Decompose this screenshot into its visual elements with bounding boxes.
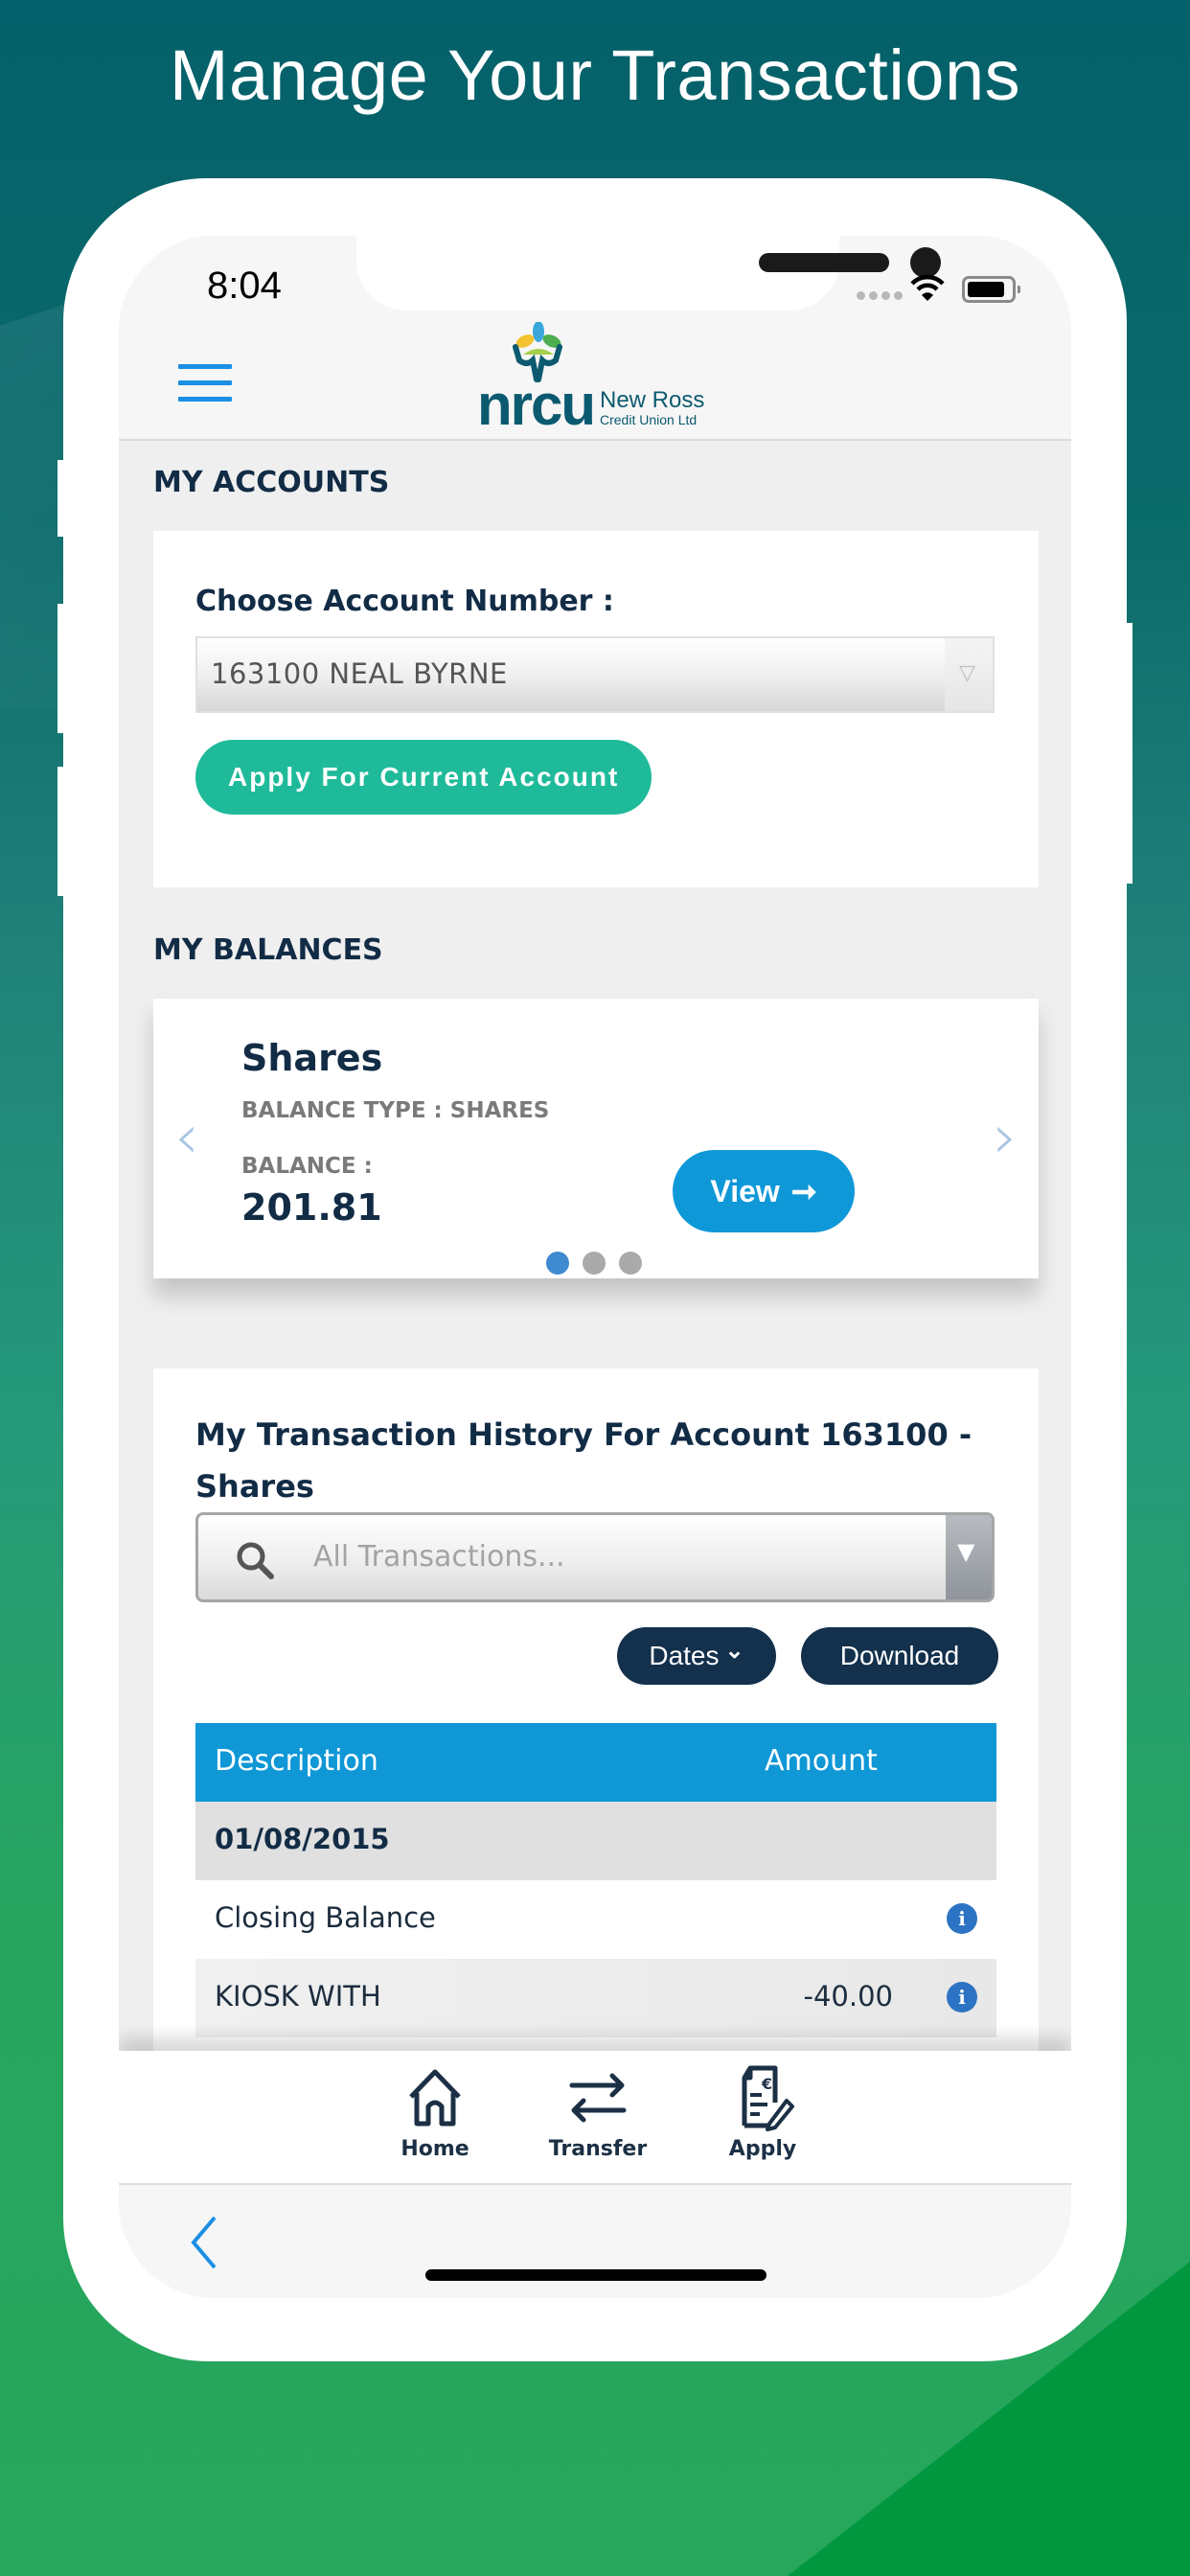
- logo-short: nrcu: [477, 373, 596, 437]
- balance-type: BALANCE TYPE : SHARES: [241, 1098, 550, 1123]
- chevron-down-icon: ⌄: [724, 1637, 744, 1664]
- my-balances-title: MY BALANCES: [153, 933, 383, 967]
- hamburger-menu-icon[interactable]: [178, 364, 232, 404]
- battery-icon: [962, 276, 1020, 303]
- info-icon[interactable]: i: [947, 1982, 977, 2012]
- tab-home-label: Home: [400, 2137, 469, 2161]
- transaction-search-select[interactable]: All Transactions... ▼: [195, 1512, 995, 1602]
- transactions-title: My Transaction History For Account 16310…: [195, 1416, 973, 1505]
- carousel-prev-arrow[interactable]: ‹: [174, 1102, 199, 1173]
- speaker: [759, 253, 889, 272]
- carousel-dots: [546, 1252, 642, 1275]
- balance-value: 201.81: [241, 1186, 382, 1229]
- my-accounts-title: MY ACCOUNTS: [153, 466, 390, 499]
- balance-card: ‹ Shares BALANCE TYPE : SHARES BALANCE :…: [153, 999, 1039, 1278]
- search-placeholder: All Transactions...: [313, 1540, 565, 1574]
- signal-icon: [857, 291, 903, 300]
- select-arrow: ▽: [945, 638, 993, 711]
- arrow-right-icon: ➞: [790, 1174, 817, 1208]
- carousel-dot[interactable]: [546, 1252, 569, 1275]
- logo-subtitle: Credit Union Ltd: [600, 412, 698, 427]
- status-time: 8:04: [207, 264, 282, 307]
- back-chevron-icon[interactable]: [184, 2214, 222, 2271]
- tab-apply[interactable]: € Apply: [705, 2064, 820, 2170]
- tab-transfer[interactable]: Transfer: [540, 2064, 655, 2170]
- row-amount: -40.00: [803, 1980, 894, 2012]
- view-button[interactable]: View ➞: [673, 1150, 855, 1232]
- chevron-down-icon: ▽: [959, 661, 975, 685]
- choose-account-label: Choose Account Number :: [195, 585, 614, 618]
- notch: [356, 236, 941, 310]
- tab-apply-label: Apply: [728, 2137, 797, 2161]
- chevron-down-icon: ▼: [957, 1538, 975, 1565]
- browser-toolbar: [119, 2185, 1071, 2298]
- row-description: Closing Balance: [215, 1901, 436, 1934]
- download-button[interactable]: Download: [801, 1627, 998, 1685]
- search-dropdown-arrow[interactable]: ▼: [946, 1515, 992, 1599]
- balance-label: BALANCE :: [241, 1154, 373, 1179]
- logo-name: New Ross: [600, 387, 705, 413]
- carousel-next-arrow[interactable]: ›: [993, 1102, 1018, 1173]
- home-icon: [409, 2069, 461, 2127]
- tab-home[interactable]: Home: [378, 2064, 492, 2170]
- group-date: 01/08/2015: [215, 1823, 390, 1855]
- svg-text:€: €: [761, 2075, 772, 2093]
- column-amount: Amount: [765, 1744, 878, 1778]
- app-header: nrcu New Ross Credit Union Ltd: [119, 312, 1071, 441]
- home-indicator[interactable]: [425, 2269, 767, 2281]
- search-icon: [237, 1542, 274, 1579]
- view-label: View: [710, 1173, 780, 1208]
- tab-transfer-label: Transfer: [548, 2137, 648, 2161]
- transactions-table: Description Amount 01/08/2015 Closing Ba…: [195, 1723, 996, 2037]
- column-description: Description: [215, 1744, 378, 1778]
- wifi-icon: [910, 274, 945, 301]
- transfer-icon: [569, 2073, 627, 2123]
- date-group-header: 01/08/2015: [195, 1802, 996, 1880]
- info-icon[interactable]: i: [947, 1903, 977, 1934]
- phone-screen: 8:04 nrcu New Ross Credit Union Ltd MY A…: [119, 236, 1071, 2298]
- row-description: KIOSK WITH: [215, 1980, 381, 2012]
- account-select[interactable]: 163100 NEAL BYRNE ▽: [195, 636, 995, 713]
- table-row[interactable]: KIOSK WITH -40.00 i: [195, 1959, 996, 2037]
- apply-current-account-button[interactable]: Apply For Current Account: [195, 740, 652, 815]
- table-row[interactable]: Closing Balance i: [195, 1880, 996, 1959]
- apply-document-icon: €: [742, 2065, 794, 2131]
- dates-button[interactable]: Dates ⌄: [617, 1627, 776, 1685]
- balance-name: Shares: [241, 1037, 383, 1079]
- account-select-value: 163100 NEAL BYRNE: [211, 657, 508, 690]
- table-header: Description Amount: [195, 1723, 996, 1802]
- transactions-card: My Transaction History For Account 16310…: [153, 1368, 1039, 2097]
- bottom-tab-bar: Home Transfer € Apply: [119, 2051, 1071, 2185]
- accounts-card: Choose Account Number : 163100 NEAL BYRN…: [153, 531, 1039, 887]
- promo-headline: Manage Your Transactions: [169, 35, 1021, 115]
- nrcu-logo: nrcu New Ross Credit Union Ltd: [477, 322, 726, 437]
- carousel-dot[interactable]: [619, 1252, 642, 1275]
- dates-label: Dates: [649, 1641, 720, 1670]
- carousel-dot[interactable]: [583, 1252, 606, 1275]
